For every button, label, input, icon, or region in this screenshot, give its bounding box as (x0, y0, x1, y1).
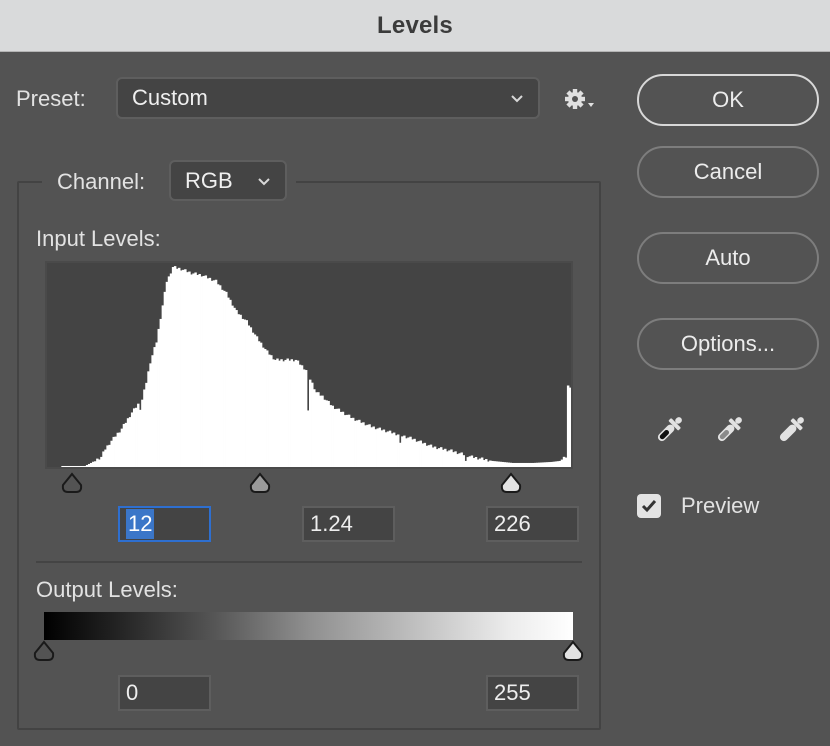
section-divider (36, 561, 582, 563)
options-button[interactable]: Options... (637, 318, 819, 370)
black-point-eyedropper-icon[interactable] (651, 412, 687, 448)
output-white-point-slider[interactable] (561, 640, 585, 662)
output-white-field[interactable]: 255 (486, 675, 579, 711)
histogram (45, 261, 573, 469)
input-white-value: 226 (494, 511, 531, 536)
preset-value: Custom (132, 85, 208, 110)
input-levels-label: Input Levels: (36, 226, 161, 251)
dialog-titlebar: Levels (0, 0, 830, 52)
preset-label: Preset: (16, 86, 86, 111)
gray-point-eyedropper-icon[interactable] (711, 412, 747, 448)
output-white-value: 255 (494, 680, 531, 705)
output-levels-label: Output Levels: (36, 577, 178, 602)
output-black-field[interactable]: 0 (118, 675, 211, 711)
cancel-button[interactable]: Cancel (637, 146, 819, 198)
input-gamma-value: 1.24 (310, 511, 353, 536)
chevron-down-icon (258, 177, 270, 185)
output-gradient-bar (44, 612, 573, 640)
channel-dropdown[interactable]: RGB (169, 160, 287, 201)
output-black-value: 0 (126, 680, 139, 705)
output-black-point-slider[interactable] (32, 640, 56, 662)
input-gamma-field[interactable]: 1.24 (302, 506, 395, 542)
input-white-field[interactable]: 226 (486, 506, 579, 542)
input-black-field[interactable]: 12 (118, 506, 211, 542)
auto-button[interactable]: Auto (637, 232, 819, 284)
input-black-value: 12 (126, 509, 155, 539)
channel-value: RGB (185, 167, 233, 193)
histogram-bin (568, 387, 571, 467)
channel-label: Channel: (57, 169, 146, 194)
preset-dropdown[interactable]: Custom (116, 77, 540, 119)
white-point-eyedropper-icon[interactable] (773, 412, 809, 448)
histogram-plot (61, 266, 571, 467)
preview-label[interactable]: Preview (681, 493, 759, 519)
gear-menu-icon[interactable] (562, 86, 598, 112)
input-gamma-slider[interactable] (248, 472, 272, 494)
input-white-point-slider[interactable] (499, 472, 523, 494)
input-black-point-slider[interactable] (60, 472, 84, 494)
preview-checkbox[interactable] (637, 494, 661, 518)
dialog-title: Levels (377, 11, 453, 39)
checkmark-icon (641, 500, 657, 513)
ok-button[interactable]: OK (637, 74, 819, 126)
chevron-down-icon (511, 95, 523, 103)
